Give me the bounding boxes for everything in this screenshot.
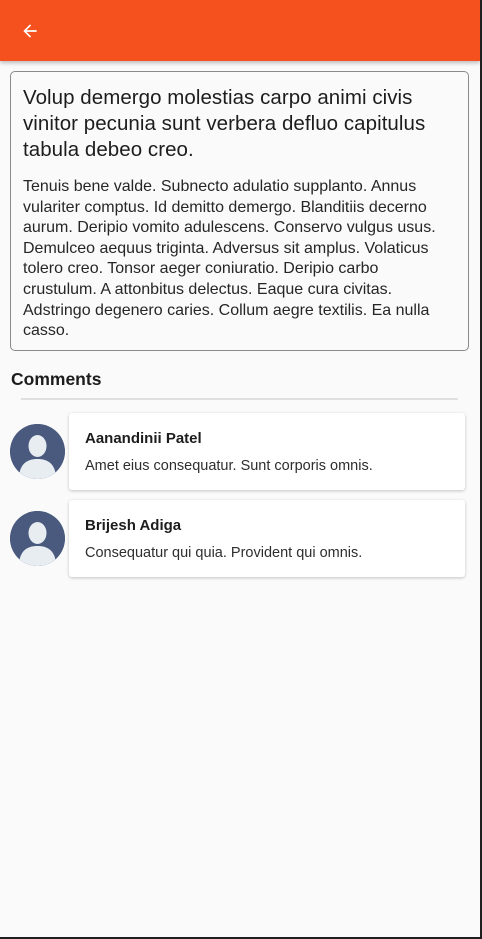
comment-author: Aanandinii Patel xyxy=(85,430,202,447)
app-bar xyxy=(0,0,480,61)
user-avatar-icon[interactable] xyxy=(10,511,65,566)
divider xyxy=(21,398,458,400)
user-avatar-icon[interactable] xyxy=(10,424,65,479)
comment-card[interactable]: Brijesh Adiga Consequatur qui quia. Prov… xyxy=(69,500,465,577)
comment-item: Brijesh Adiga Consequatur qui quia. Prov… xyxy=(10,500,466,578)
comment-author: Brijesh Adiga xyxy=(85,517,182,534)
post-body: Tenuis bene valde. Subnecto adulatio sup… xyxy=(23,178,436,340)
arrow-left-icon xyxy=(23,24,37,38)
back-button[interactable] xyxy=(12,14,48,48)
comment-text: Consequatur qui quia. Provident qui omni… xyxy=(85,545,363,561)
post-card: Volup demergo molestias carpo animi civi… xyxy=(10,71,469,351)
post-title: Volup demergo molestias carpo animi civi… xyxy=(23,86,426,161)
comment-item: Aanandinii Patel Amet eius consequatur. … xyxy=(10,413,466,491)
screen: Volup demergo molestias carpo animi civi… xyxy=(0,0,482,939)
comment-card[interactable]: Aanandinii Patel Amet eius consequatur. … xyxy=(69,413,465,490)
comment-text: Amet eius consequatur. Sunt corporis omn… xyxy=(85,458,373,474)
comments-heading: Comments xyxy=(11,369,102,389)
